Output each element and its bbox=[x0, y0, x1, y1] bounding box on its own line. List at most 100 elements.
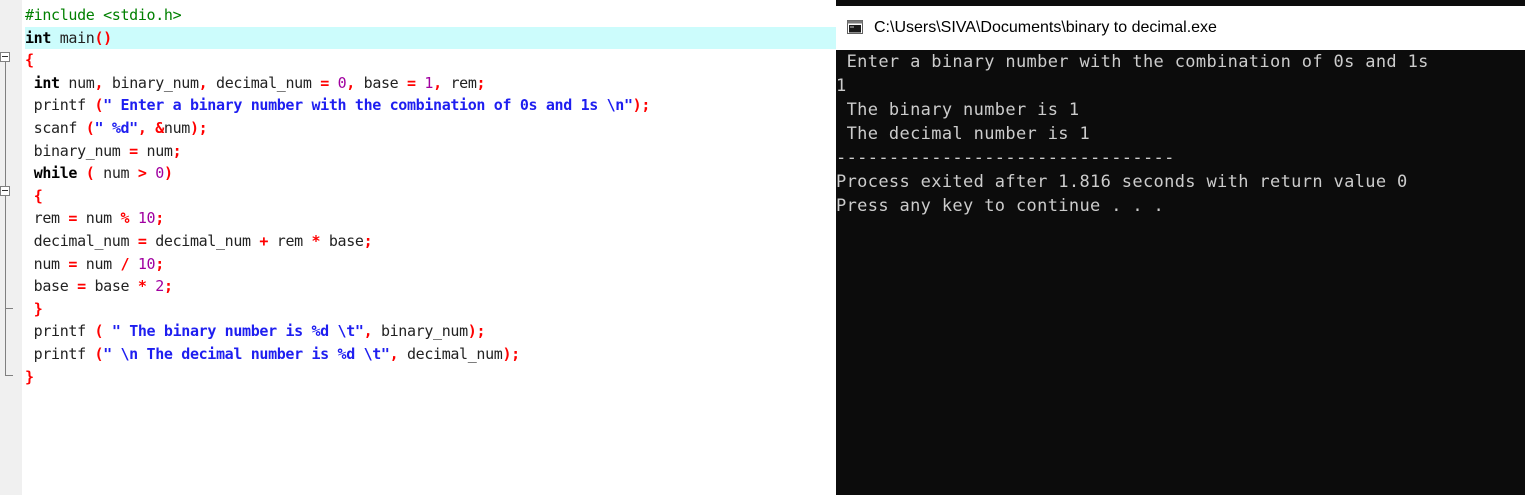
code-token: ); bbox=[502, 345, 520, 363]
code-token: num bbox=[94, 164, 138, 183]
fold-gutter bbox=[0, 0, 22, 495]
code-token: num bbox=[137, 141, 173, 160]
code-line[interactable]: { bbox=[25, 185, 836, 207]
code-token: , bbox=[346, 73, 355, 92]
code-line[interactable]: rem = num % 10; bbox=[25, 207, 836, 229]
code-token: } bbox=[25, 367, 34, 386]
fold-toggle-main[interactable] bbox=[0, 52, 10, 62]
code-token: ); bbox=[632, 96, 651, 115]
code-token: num bbox=[77, 209, 121, 228]
code-line[interactable]: { bbox=[25, 49, 836, 71]
code-token: ; bbox=[163, 277, 173, 296]
code-line[interactable]: scanf (" %d", &num); bbox=[25, 117, 836, 139]
code-line[interactable]: int num, binary_num, decimal_num = 0, ba… bbox=[25, 72, 836, 94]
code-token: = bbox=[77, 277, 86, 296]
code-token: ( bbox=[94, 322, 104, 341]
window-title: C:\Users\SIVA\Documents\binary to decima… bbox=[874, 19, 1217, 36]
code-line[interactable]: } bbox=[25, 366, 836, 388]
code-line[interactable]: base = base * 2; bbox=[25, 275, 836, 297]
code-token: ; bbox=[155, 209, 164, 228]
code-token: , bbox=[94, 73, 104, 92]
code-token: main bbox=[51, 28, 95, 47]
fold-toggle-while[interactable] bbox=[0, 186, 10, 196]
code-token: * bbox=[137, 277, 147, 296]
console-window-icon bbox=[847, 20, 863, 34]
code-line[interactable]: printf ( " The binary number is %d \t", … bbox=[25, 320, 836, 342]
code-token: base bbox=[354, 73, 408, 92]
code-token: ) bbox=[163, 164, 173, 183]
code-line[interactable]: } bbox=[25, 298, 836, 320]
code-token: = bbox=[137, 232, 147, 250]
code-token: decimal_num bbox=[146, 232, 260, 250]
code-token: #include <stdio.h> bbox=[25, 6, 182, 24]
console-line: 1 bbox=[836, 76, 847, 96]
code-token: ; bbox=[476, 73, 486, 92]
code-line[interactable]: #include <stdio.h> bbox=[25, 4, 836, 26]
code-token: ; bbox=[155, 254, 164, 273]
code-editor[interactable]: #include <stdio.h> int main(){ int num, b… bbox=[0, 0, 836, 495]
code-token: > bbox=[137, 164, 147, 183]
code-token: * bbox=[311, 232, 321, 250]
console-window[interactable]: C:\Users\SIVA\Documents\binary to decima… bbox=[836, 0, 1525, 495]
code-token: , bbox=[137, 119, 147, 137]
code-token: , bbox=[389, 345, 399, 363]
code-token: " %d" bbox=[94, 119, 138, 137]
code-line[interactable]: decimal_num = decimal_num + rem * base; bbox=[25, 230, 836, 252]
code-token: int bbox=[33, 73, 60, 92]
code-token: = bbox=[68, 254, 78, 273]
code-token: " Enter a binary number with the combina… bbox=[103, 96, 633, 115]
code-line[interactable]: num = num / 10; bbox=[25, 253, 836, 275]
code-token: printf bbox=[25, 96, 95, 115]
console-line: The decimal number is 1 bbox=[836, 124, 1091, 144]
code-token: ( bbox=[94, 345, 104, 363]
fold-line bbox=[5, 62, 6, 194]
code-token: rem bbox=[25, 209, 69, 228]
code-token: ; bbox=[172, 141, 182, 160]
code-token: = bbox=[129, 141, 138, 160]
code-token: binary_num bbox=[103, 73, 199, 92]
fold-line bbox=[5, 196, 6, 376]
code-token: , bbox=[433, 73, 442, 92]
code-token: { bbox=[33, 186, 43, 205]
fold-end-marker bbox=[5, 308, 13, 309]
code-token: 10 bbox=[137, 209, 156, 228]
code-token: = bbox=[407, 73, 416, 92]
code-token: printf bbox=[25, 322, 95, 341]
console-line: Press any key to continue . . . bbox=[836, 196, 1165, 216]
code-token: ); bbox=[189, 119, 208, 137]
code-token: & bbox=[155, 119, 164, 137]
console-line: Process exited after 1.816 seconds with … bbox=[836, 172, 1408, 192]
code-token: decimal_num bbox=[25, 232, 138, 250]
code-token: binary_num bbox=[372, 322, 468, 341]
code-token: num bbox=[77, 254, 121, 273]
code-token: } bbox=[33, 299, 43, 318]
code-line[interactable]: binary_num = num; bbox=[25, 140, 836, 162]
code-token: ; bbox=[363, 232, 373, 250]
console-titlebar[interactable]: C:\Users\SIVA\Documents\binary to decima… bbox=[836, 6, 1525, 50]
code-token: 1 bbox=[424, 73, 434, 92]
code-token: , bbox=[363, 322, 373, 341]
code-line[interactable]: int main() bbox=[25, 26, 836, 49]
code-line[interactable]: while ( num > 0) bbox=[25, 162, 836, 184]
code-line[interactable]: printf (" \n The decimal number is %d \t… bbox=[25, 343, 836, 365]
code-token: decimal_num bbox=[207, 73, 321, 92]
code-token: = bbox=[68, 209, 78, 228]
code-token: int bbox=[25, 28, 52, 47]
code-token: / bbox=[120, 254, 130, 273]
code-token: " \n The decimal number is %d \t" bbox=[103, 345, 390, 363]
code-token: rem bbox=[441, 73, 477, 92]
code-token: + bbox=[259, 232, 269, 250]
code-line[interactable]: printf (" Enter a binary number with the… bbox=[25, 94, 836, 116]
console-line: The binary number is 1 bbox=[836, 100, 1080, 120]
code-token: ( bbox=[94, 96, 104, 115]
console-line: -------------------------------- bbox=[836, 148, 1175, 168]
code-token: = bbox=[320, 73, 329, 92]
